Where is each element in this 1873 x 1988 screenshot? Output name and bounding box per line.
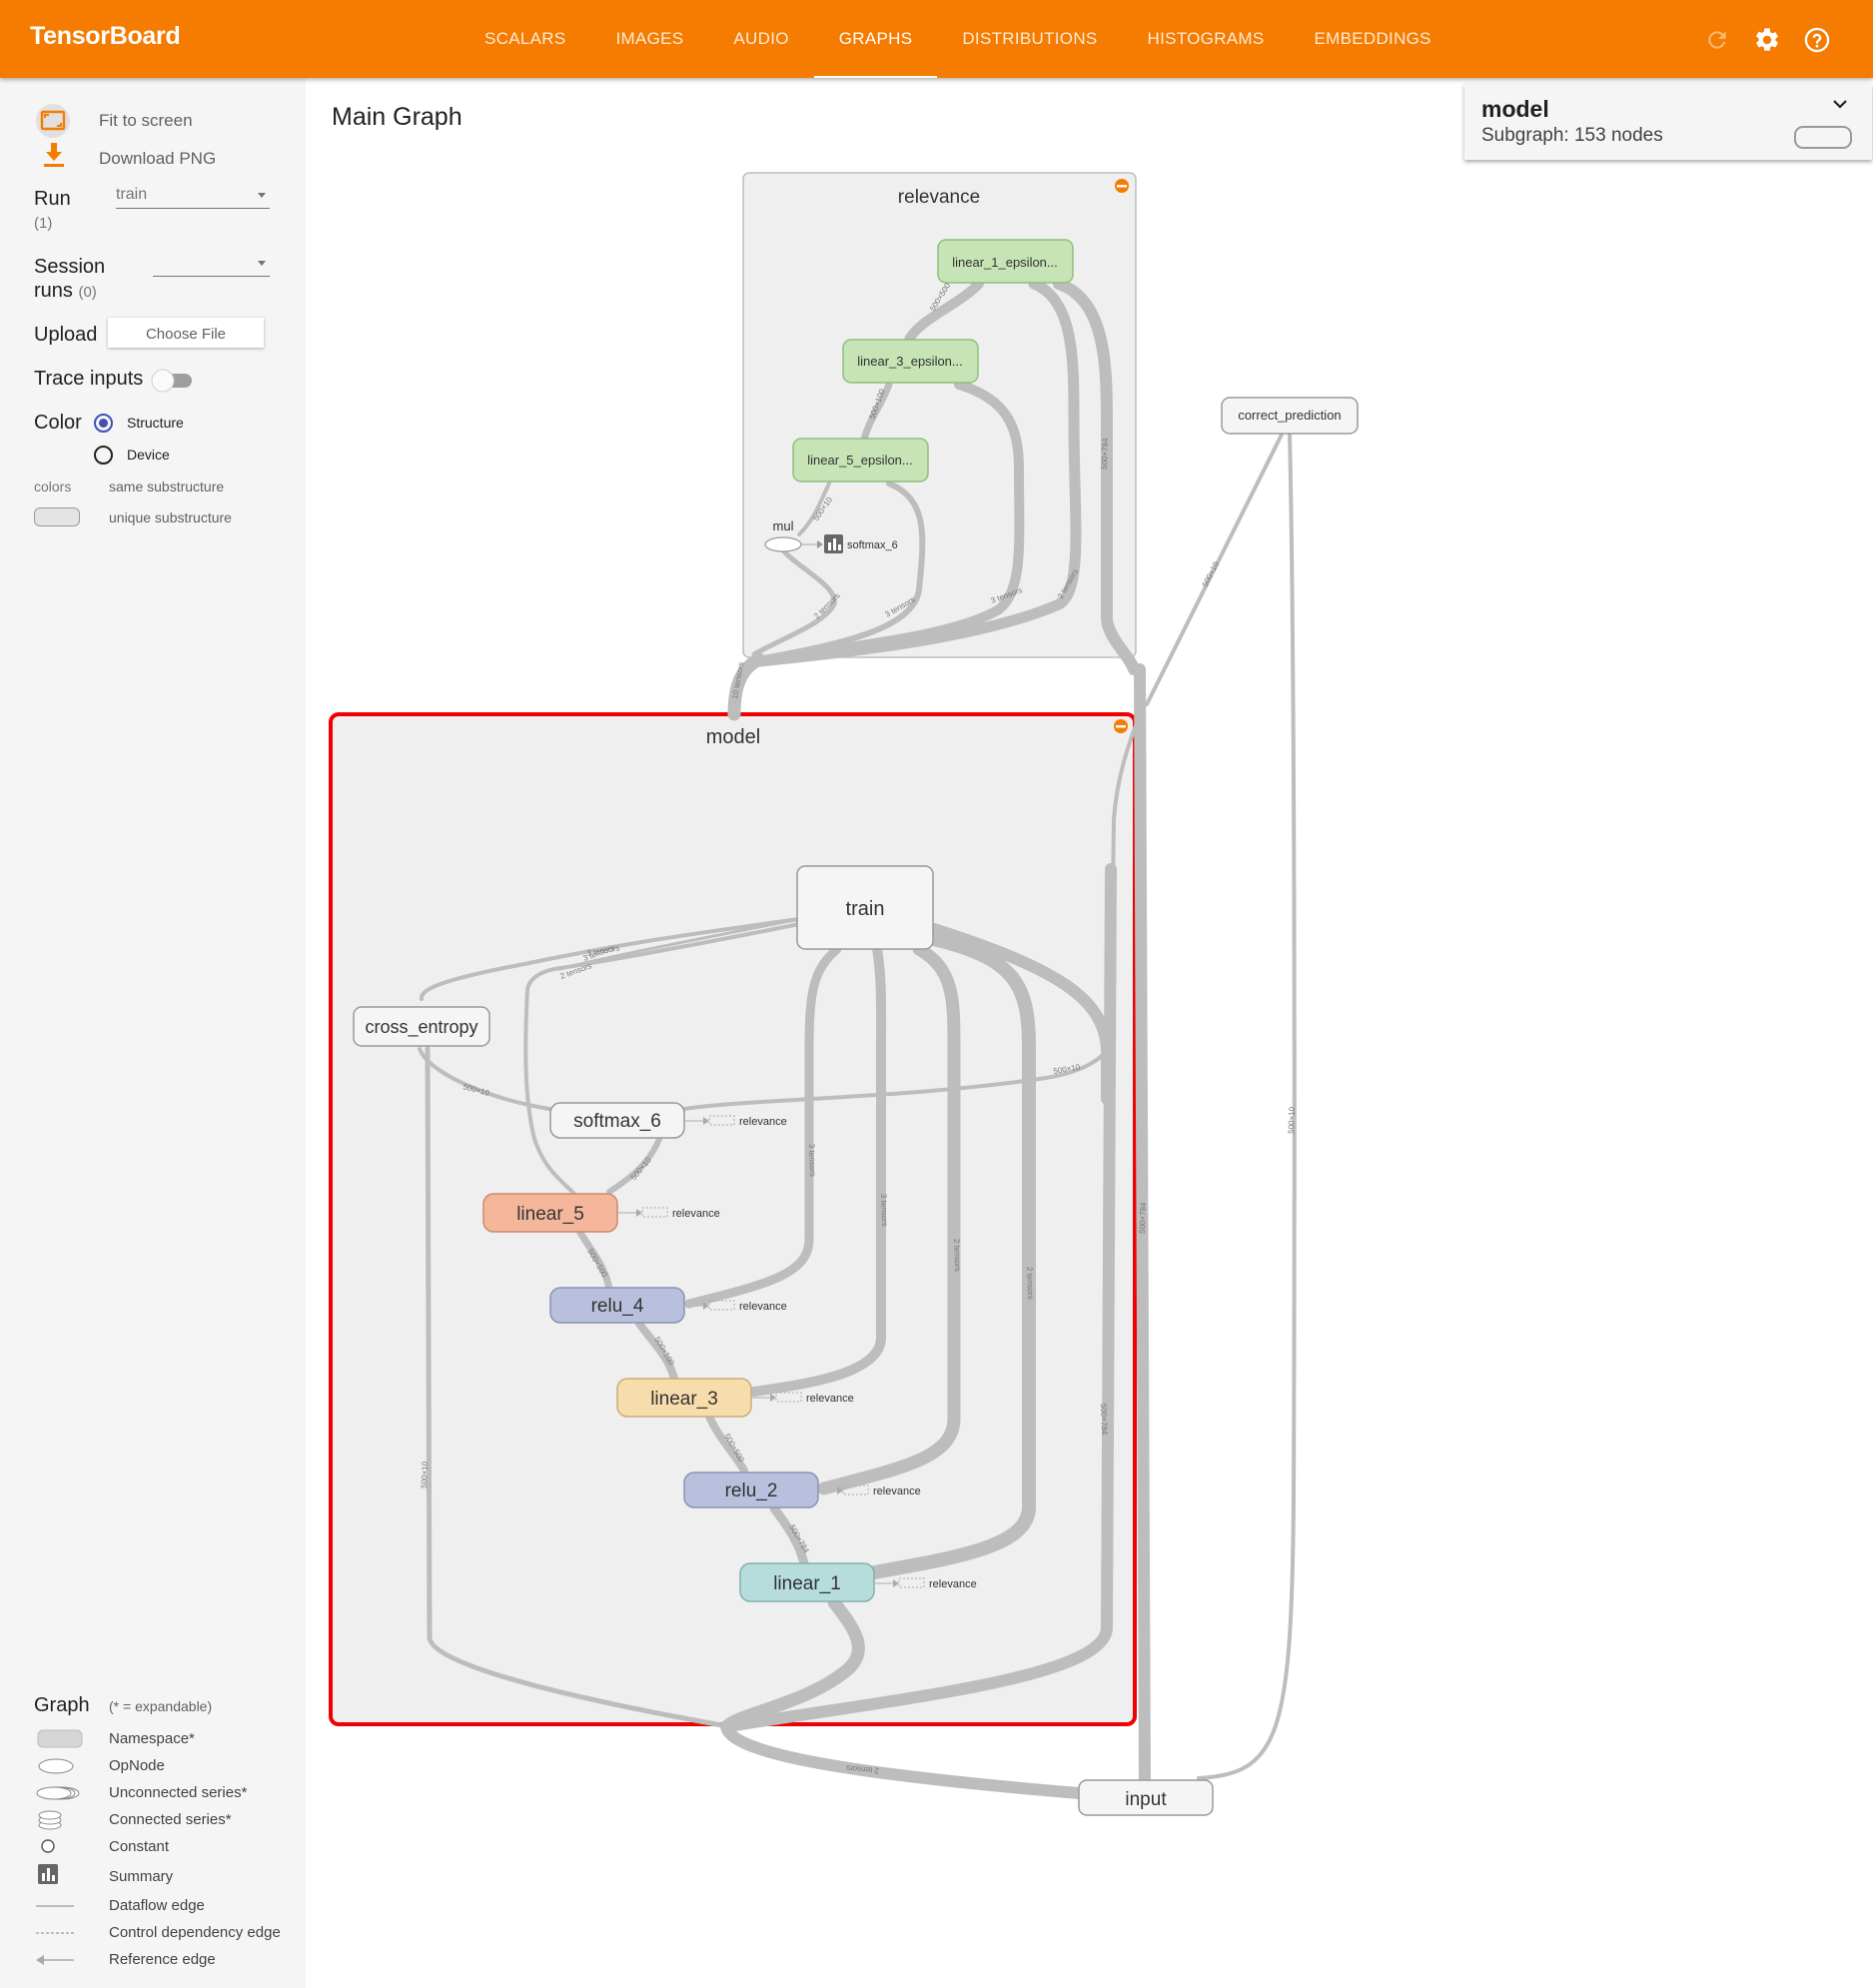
help-icon[interactable] <box>1799 22 1835 58</box>
train-node[interactable]: train <box>796 865 934 950</box>
ref-label: relevance <box>929 1578 977 1590</box>
edge-label: 2 tensors <box>952 1239 962 1272</box>
edge-label: 2 tensors <box>1025 1267 1035 1300</box>
node-label: train <box>846 898 885 920</box>
linear-3-node[interactable]: linear_3 <box>616 1378 752 1418</box>
edge <box>720 1720 1085 1799</box>
relu-4-node[interactable]: relu_4 <box>549 1287 685 1324</box>
tab-histograms[interactable]: HISTOGRAMS <box>1123 0 1290 78</box>
edge <box>1197 431 1297 1780</box>
linear-5-epsilon-node[interactable]: linear_5_epsilon... <box>792 438 929 483</box>
reload-icon[interactable] <box>1699 22 1735 58</box>
linear-1-node[interactable]: linear_1 <box>739 1562 875 1602</box>
ref-label: relevance <box>739 1116 787 1128</box>
node-label: cross_entropy <box>365 1017 477 1038</box>
toolbar-icons <box>1699 22 1835 58</box>
node-label: linear_1_epsilon... <box>952 255 1058 270</box>
node-label: input <box>1125 1789 1167 1810</box>
tab-graphs[interactable]: GRAPHS <box>813 0 938 78</box>
softmax-6-node[interactable]: softmax_6 <box>549 1102 685 1139</box>
linear-1-epsilon-node[interactable]: linear_1_epsilon... <box>937 239 1074 284</box>
tab-images[interactable]: IMAGES <box>590 0 708 78</box>
relevance-namespace-label: relevance <box>898 187 980 208</box>
node-label: mul <box>773 518 794 533</box>
node-label: linear_5 <box>516 1204 584 1225</box>
node-label: linear_3 <box>650 1389 718 1410</box>
tab-audio[interactable]: AUDIO <box>708 0 813 78</box>
node-label: relu_4 <box>591 1296 644 1317</box>
edge-label: 500×10 <box>1201 559 1221 588</box>
model-namespace-label: model <box>706 726 760 748</box>
node-label: softmax_6 <box>573 1111 661 1132</box>
ref-label: relevance <box>739 1301 787 1313</box>
edge-label: 500×784 <box>1100 438 1110 470</box>
edge-label: 500×784 <box>1138 1202 1148 1234</box>
node-label: relu_2 <box>725 1481 778 1501</box>
edge-label: 3 tensors <box>879 1194 889 1227</box>
model-namespace[interactable] <box>329 712 1137 1726</box>
edge-label: 2 tensors <box>846 1763 880 1775</box>
node-label: softmax_6 <box>847 539 898 551</box>
tab-distributions[interactable]: DISTRIBUTIONS <box>937 0 1122 78</box>
top-app-bar: TensorBoard SCALARS IMAGES AUDIO GRAPHS … <box>0 0 1873 78</box>
linear-5-node[interactable]: linear_5 <box>482 1193 618 1233</box>
gear-icon[interactable] <box>1749 22 1785 58</box>
node-label: linear_3_epsilon... <box>857 354 963 369</box>
edge-label: 500×10 <box>1287 1106 1297 1134</box>
input-node[interactable]: input <box>1078 1779 1214 1816</box>
cross-entropy-node[interactable]: cross_entropy <box>353 1006 490 1047</box>
node-label: linear_1 <box>773 1573 841 1594</box>
tab-embeddings[interactable]: EMBEDDINGS <box>1290 0 1456 78</box>
edge-label: 500×784 <box>1099 1404 1109 1436</box>
node-label: correct_prediction <box>1238 408 1341 423</box>
node-label: linear_5_epsilon... <box>807 453 913 468</box>
nav-tabs: SCALARS IMAGES AUDIO GRAPHS DISTRIBUTION… <box>460 0 1456 78</box>
edge-label: 500×10 <box>420 1461 430 1489</box>
relu-2-node[interactable]: relu_2 <box>683 1472 819 1508</box>
ref-label: relevance <box>806 1393 854 1405</box>
correct-prediction-node[interactable]: correct_prediction <box>1221 397 1359 435</box>
relevance-collapse-icon[interactable] <box>1115 179 1129 193</box>
linear-3-epsilon-node[interactable]: linear_3_epsilon... <box>842 339 979 384</box>
ref-label: relevance <box>873 1486 921 1497</box>
model-collapse-icon[interactable] <box>1114 719 1128 733</box>
graph-canvas[interactable]: relevance model 500×500 500×100 500×10 5… <box>0 0 1873 1988</box>
tab-scalars[interactable]: SCALARS <box>460 0 590 78</box>
ref-label: relevance <box>672 1208 720 1220</box>
edge-label: 3 tensors <box>807 1144 817 1177</box>
app-title: TensorBoard <box>30 22 181 50</box>
